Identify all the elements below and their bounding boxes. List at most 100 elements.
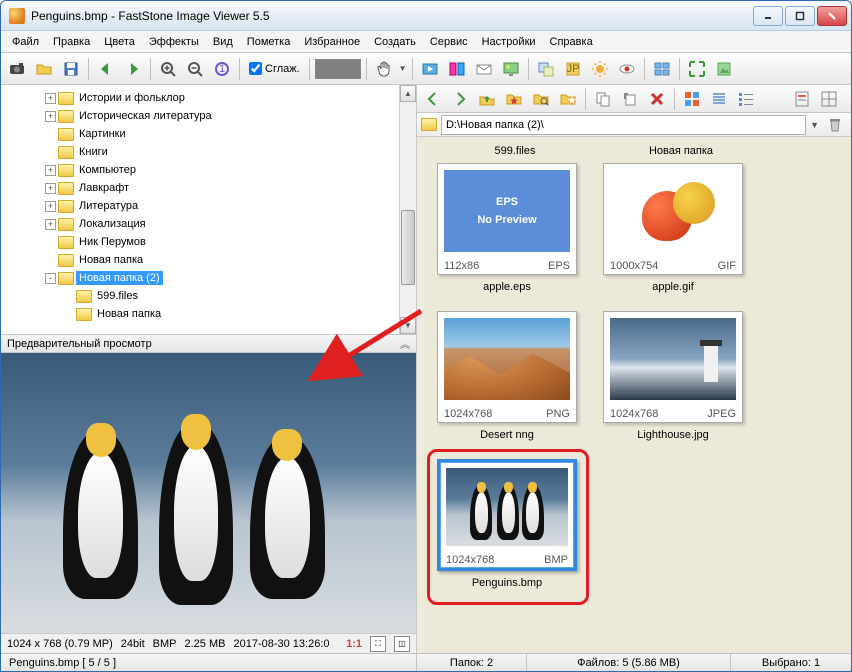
fullscreen-icon[interactable]	[685, 57, 709, 81]
tree-node[interactable]: Книги	[9, 143, 412, 161]
tree-node-label[interactable]: Новая папка	[94, 307, 164, 321]
tree-scrollbar[interactable]: ▲ ▼	[399, 85, 416, 334]
sort-icon[interactable]	[817, 87, 841, 111]
actual-size-icon[interactable]: 1	[210, 57, 234, 81]
menu-settings[interactable]: Настройки	[475, 33, 543, 51]
tree-node[interactable]: + Локализация	[9, 215, 412, 233]
zoom-ratio[interactable]: 1:1	[346, 638, 362, 650]
tree-node-label[interactable]: Новая папка (2)	[76, 271, 163, 285]
tree-node-label[interactable]: Картинки	[76, 127, 129, 141]
histogram-icon[interactable]: ◫	[394, 636, 410, 652]
delete-icon[interactable]	[645, 87, 669, 111]
tree-node-label[interactable]: Локализация	[76, 217, 149, 231]
jpeg-lossless-icon[interactable]: JP	[561, 57, 585, 81]
thumbnail[interactable]: 1024x768JPEGLighthouse.jpg	[603, 311, 743, 441]
thumbnail-area[interactable]: 599.files Новая папка EPSNo Preview112x8…	[417, 137, 851, 653]
zoom-in-icon[interactable]	[156, 57, 180, 81]
save-icon[interactable]	[59, 57, 83, 81]
collapse-icon[interactable]: -	[45, 273, 56, 284]
explore-icon[interactable]	[529, 87, 553, 111]
thumbnail[interactable]: EPSNo Preview112x86EPSapple.eps	[437, 163, 577, 293]
tree-node[interactable]: + Компьютер	[9, 161, 412, 179]
scroll-down-icon[interactable]: ▼	[400, 317, 416, 334]
preview-collapse-icon[interactable]: ︽	[400, 336, 410, 351]
nav-forward-icon[interactable]	[448, 87, 472, 111]
maximize-button[interactable]	[785, 6, 815, 26]
hand-tool-icon[interactable]	[372, 57, 396, 81]
redeye-icon[interactable]	[615, 57, 639, 81]
zoom-out-icon[interactable]	[183, 57, 207, 81]
menu-favorites[interactable]: Избранное	[297, 33, 367, 51]
expand-icon[interactable]: +	[45, 201, 56, 212]
bg-color-swatch[interactable]	[315, 59, 361, 79]
menu-edit[interactable]: Правка	[46, 33, 97, 51]
tree-node-label[interactable]: 599.files	[94, 289, 141, 303]
expand-icon[interactable]: +	[45, 165, 56, 176]
nav-back-icon[interactable]	[421, 87, 445, 111]
filter-icon[interactable]	[790, 87, 814, 111]
batch-icon[interactable]	[534, 57, 558, 81]
tree-node-label[interactable]: Литература	[76, 199, 141, 213]
next-icon[interactable]	[121, 57, 145, 81]
smooth-checkbox[interactable]: Сглаж.	[249, 62, 300, 75]
expand-icon[interactable]: +	[45, 219, 56, 230]
tree-node-label[interactable]: Компьютер	[76, 163, 139, 177]
expand-icon[interactable]: +	[45, 93, 56, 104]
tree-node[interactable]: + Истории и фольклор	[9, 89, 412, 107]
tree-node-label[interactable]: Истории и фольклор	[76, 91, 188, 105]
menu-view[interactable]: Вид	[206, 33, 240, 51]
tree-node-label[interactable]: Книги	[76, 145, 111, 159]
acquire-icon[interactable]	[5, 57, 29, 81]
open-icon[interactable]	[32, 57, 56, 81]
tree-node[interactable]: Ник Перумов	[9, 233, 412, 251]
folder-tree[interactable]: + Истории и фольклор + Историческая литерат…	[1, 85, 416, 335]
scroll-thumb[interactable]	[401, 210, 415, 285]
wallpaper-icon[interactable]	[499, 57, 523, 81]
copy-to-icon[interactable]	[591, 87, 615, 111]
folder-thumb-label[interactable]: 599.files	[445, 145, 585, 157]
view-thumbnails-icon[interactable]	[680, 87, 704, 111]
tree-node[interactable]: - Новая папка (2)	[9, 269, 412, 287]
thumbnail[interactable]: 1024x768BMPPenguins.bmp	[437, 459, 577, 589]
preview-image[interactable]	[1, 353, 416, 633]
slideshow-icon[interactable]	[418, 57, 442, 81]
compare-icon[interactable]	[445, 57, 469, 81]
new-folder-icon[interactable]: ★	[556, 87, 580, 111]
expand-icon[interactable]: +	[45, 183, 56, 194]
tree-node[interactable]: + Историческая литература	[9, 107, 412, 125]
tree-node-label[interactable]: Лавкрафт	[76, 181, 132, 195]
tree-node[interactable]: Картинки	[9, 125, 412, 143]
prev-icon[interactable]	[94, 57, 118, 81]
move-to-icon[interactable]	[618, 87, 642, 111]
tree-node[interactable]: 599.files	[9, 287, 412, 305]
view-details-icon[interactable]	[707, 87, 731, 111]
tree-node-label[interactable]: Новая папка	[76, 253, 146, 267]
folder-thumb-label[interactable]: Новая папка	[611, 145, 751, 157]
thumbnail[interactable]: 1024x768PNGDesert nng	[437, 311, 577, 441]
tree-node-label[interactable]: Историческая литература	[76, 109, 215, 123]
tree-node-label[interactable]: Ник Перумов	[76, 235, 149, 249]
menu-help[interactable]: Справка	[543, 33, 600, 51]
scroll-up-icon[interactable]: ▲	[400, 85, 416, 102]
close-button[interactable]	[817, 6, 847, 26]
tree-node[interactable]: Новая папка	[9, 251, 412, 269]
skin-icon[interactable]	[712, 57, 736, 81]
smooth-checkbox-input[interactable]	[249, 62, 262, 75]
menu-tools[interactable]: Сервис	[423, 33, 475, 51]
menu-effects[interactable]: Эффекты	[142, 33, 206, 51]
email-icon[interactable]	[472, 57, 496, 81]
menu-tag[interactable]: Пометка	[240, 33, 298, 51]
settings-icon[interactable]	[650, 57, 674, 81]
menu-create[interactable]: Создать	[367, 33, 423, 51]
nav-up-icon[interactable]	[475, 87, 499, 111]
favorites-icon[interactable]	[502, 87, 526, 111]
fit-window-icon[interactable]: ⛶	[370, 636, 386, 652]
view-list-icon[interactable]	[734, 87, 758, 111]
expand-icon[interactable]: +	[45, 111, 56, 122]
tree-node[interactable]: Новая папка	[9, 305, 412, 323]
path-input[interactable]	[441, 115, 806, 135]
tree-node[interactable]: + Лавкрафт	[9, 179, 412, 197]
thumbnail[interactable]: 1000x754GIFapple.gif	[603, 163, 743, 293]
recycle-bin-icon[interactable]	[823, 113, 847, 137]
path-dropdown-icon[interactable]: ▼	[810, 120, 819, 130]
